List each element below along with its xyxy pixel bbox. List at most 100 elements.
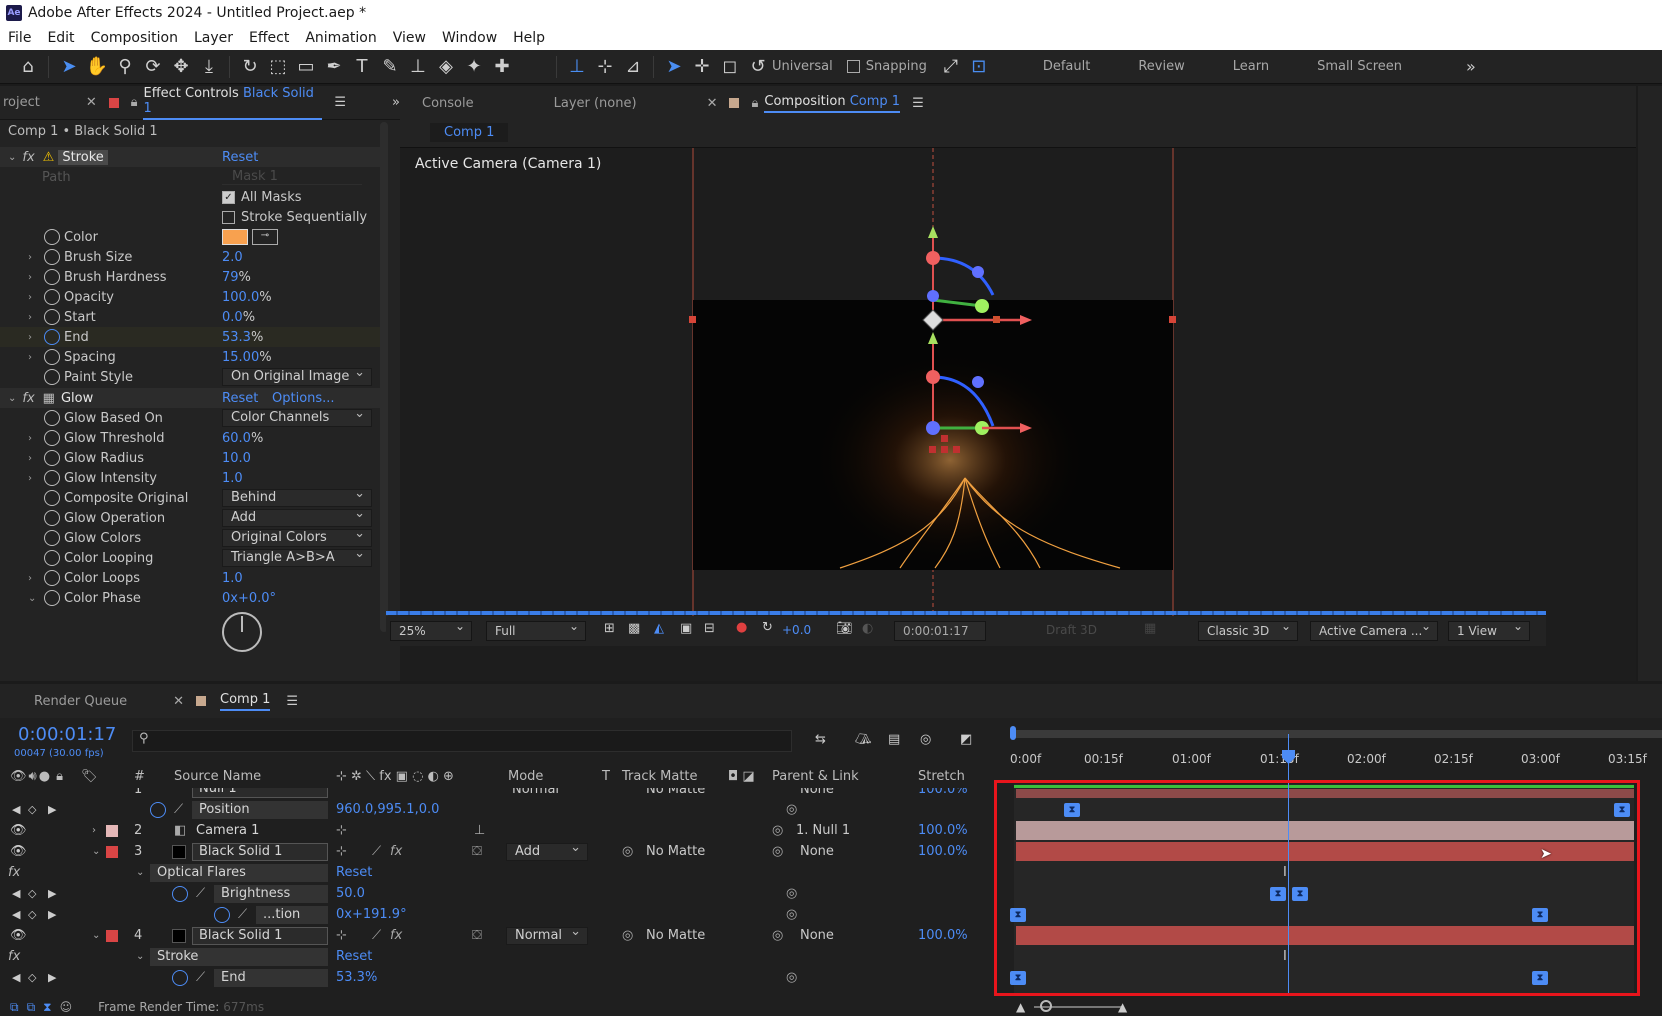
transparency-grid-icon[interactable]: ▩ [628,621,640,636]
menu-window[interactable]: Window [434,30,505,46]
fx-icon[interactable]: fx [22,150,34,165]
expand-panels-icon[interactable]: » [392,95,400,110]
spacing-value[interactable]: 15.00 [222,350,259,365]
layer-name[interactable]: Camera 1 [196,823,259,838]
stretch-value[interactable]: 100.0% [918,928,968,943]
zoom-out-icon[interactable]: ▲ [1016,1000,1025,1014]
label-tag-icon[interactable]: 🏷︎ [81,769,98,784]
start-value[interactable]: 0.0 [222,310,243,325]
chevron-right-icon[interactable]: › [92,825,96,836]
layer-search-input[interactable]: ⚲ [132,730,792,752]
label-color-icon[interactable] [106,929,118,942]
fx-icon[interactable]: fx [22,391,34,406]
stopwatch-active-icon[interactable] [172,885,188,902]
chevron-down-icon[interactable]: ⌄ [136,867,144,878]
reset-button[interactable]: Reset [336,949,372,964]
add-keyframe-icon[interactable]: ◇ [28,803,36,816]
menu-file[interactable]: File [0,30,39,46]
pickwhip-icon[interactable]: ◎ [772,823,783,838]
stopwatch-icon[interactable] [44,530,60,546]
rotation-value[interactable]: 0x+191.9° [336,907,407,922]
reset-button[interactable]: Reset [336,865,372,880]
comp-mini-flowchart-icon[interactable]: ⇆ [815,732,826,747]
graph-icon[interactable]: ⟋ [196,970,205,985]
timeline-timecode[interactable]: 0:00:01:17 [18,724,116,745]
graph-icon[interactable]: ⟋ [196,886,205,901]
eraser-tool-icon[interactable]: ◈ [432,53,460,81]
panel-menu-icon[interactable]: ☰ [334,95,346,110]
mask-visibility-icon[interactable]: ◭ [654,621,664,636]
chevron-down-icon[interactable]: ⌄ [92,930,100,941]
stopwatch-active-icon[interactable] [172,969,188,986]
matte-dropdown[interactable]: No Matte [646,788,705,797]
parent-dropdown[interactable]: None [800,928,834,943]
puppet-tool-icon[interactable]: ✚ [488,53,516,81]
color-looping-dropdown[interactable]: Triangle A>B>A [222,546,372,567]
brush-tool-icon[interactable]: ✎ [376,53,404,81]
audio-icon[interactable]: 🔊︎ [29,769,37,784]
source-name-column[interactable]: Source Name [174,769,261,784]
stopwatch-active-icon[interactable] [150,801,166,818]
menu-effect[interactable]: Effect [241,30,297,46]
workspace-review[interactable]: Review [1138,59,1184,74]
workspace-small-screen[interactable]: Small Screen [1317,59,1402,74]
world-axis-icon[interactable]: ⊹ [591,53,619,81]
chevron-down-icon[interactable]: ⌄ [92,846,100,857]
tab-layer[interactable]: Layer (none) [554,96,637,111]
reset-button[interactable]: Reset [222,391,258,406]
tab-console[interactable]: Console [422,96,474,111]
quality-icon[interactable]: ⟋ [372,844,381,859]
lock-icon[interactable]: 🔒︎ [56,769,63,784]
fx-icon[interactable]: fx [8,865,20,880]
stretch-value[interactable]: 100.0% [918,823,968,838]
dolly-tool-icon[interactable]: ⤓ [195,53,223,81]
fx-icon[interactable]: fx [390,928,402,943]
matte-dropdown[interactable]: No Matte [646,844,705,859]
mode-dropdown[interactable]: Normal [512,788,559,797]
eye-icon[interactable]: 👁︎ [10,823,27,838]
pickwhip-icon[interactable]: ◎ [786,907,797,922]
graph-editor-icon[interactable]: ◩ [960,732,972,747]
chevron-down-icon[interactable]: ⌄ [8,152,16,163]
layer-row-solid-2[interactable]: 👁︎ ⌄ 4 Black Solid 1 ⊹ ⟋ fx ⛋ Normal ◎ N… [0,924,1000,946]
stopwatch-icon[interactable] [44,269,60,285]
tab-effect-controls[interactable]: Effect Controls Black Solid 1 [143,86,323,120]
snap-options-icon[interactable]: ⤢ [937,53,965,81]
eye-icon[interactable]: 👁︎ [10,928,27,943]
show-snapshot-icon[interactable]: ◐ [862,621,873,636]
next-keyframe-icon[interactable]: ▶ [48,908,56,921]
render-time-icon[interactable]: ☺ [60,1000,73,1014]
next-keyframe-icon[interactable]: ▶ [48,803,56,816]
layer-row-camera[interactable]: 👁︎ › 2 ◧ Camera 1 ⊹ ⊥ ◎ 1. Null 1 100.0% [0,820,1000,841]
phase-dial[interactable] [222,612,262,652]
tab-composition[interactable]: Composition Comp 1 [764,94,901,113]
3d-layer-icon[interactable]: ⛋ [472,928,482,943]
paint-style-dropdown[interactable]: On Original Image [222,365,372,386]
workspace-learn[interactable]: Learn [1233,59,1269,74]
panel-menu-icon[interactable]: ☰ [912,96,924,111]
snap-grid-icon[interactable]: ⊡ [965,53,993,81]
zoom-dropdown[interactable]: 25% ⌄ [390,619,472,641]
frame-handle[interactable] [1169,316,1176,323]
local-axis-icon[interactable]: ⊥ [563,53,591,81]
fx-icon[interactable]: fx [8,949,20,964]
workspace-default[interactable]: Default [1043,59,1091,74]
motion-blur-icon[interactable]: ◎ [920,732,931,747]
mode-dropdown[interactable]: Normal [506,924,588,945]
pen-tool-icon[interactable]: ✒ [320,53,348,81]
next-keyframe-icon[interactable]: ▶ [48,971,56,984]
prev-keyframe-icon[interactable]: ◀ [12,971,20,984]
close-icon[interactable]: ✕ [173,694,184,709]
end-value[interactable]: 53.3% [336,970,377,985]
all-masks-checkbox[interactable]: ✓ [222,190,235,204]
pickwhip-icon[interactable]: ◎ [786,802,797,817]
pickwhip-icon[interactable]: ◎ [622,844,633,859]
brush-hardness-value[interactable]: 79 [222,270,239,285]
selection-tool-icon[interactable]: ➤ [55,53,83,81]
exposure-value[interactable]: +0.0 [782,623,811,637]
draft-3d-toggle[interactable]: Draft 3D [1046,623,1097,637]
glow-intensity-value[interactable]: 1.0 [222,471,243,486]
tab-comp-timeline[interactable]: Comp 1 [220,692,271,711]
shy-icon[interactable]: ⊹ [336,823,347,838]
add-keyframe-icon[interactable]: ◇ [28,908,36,921]
